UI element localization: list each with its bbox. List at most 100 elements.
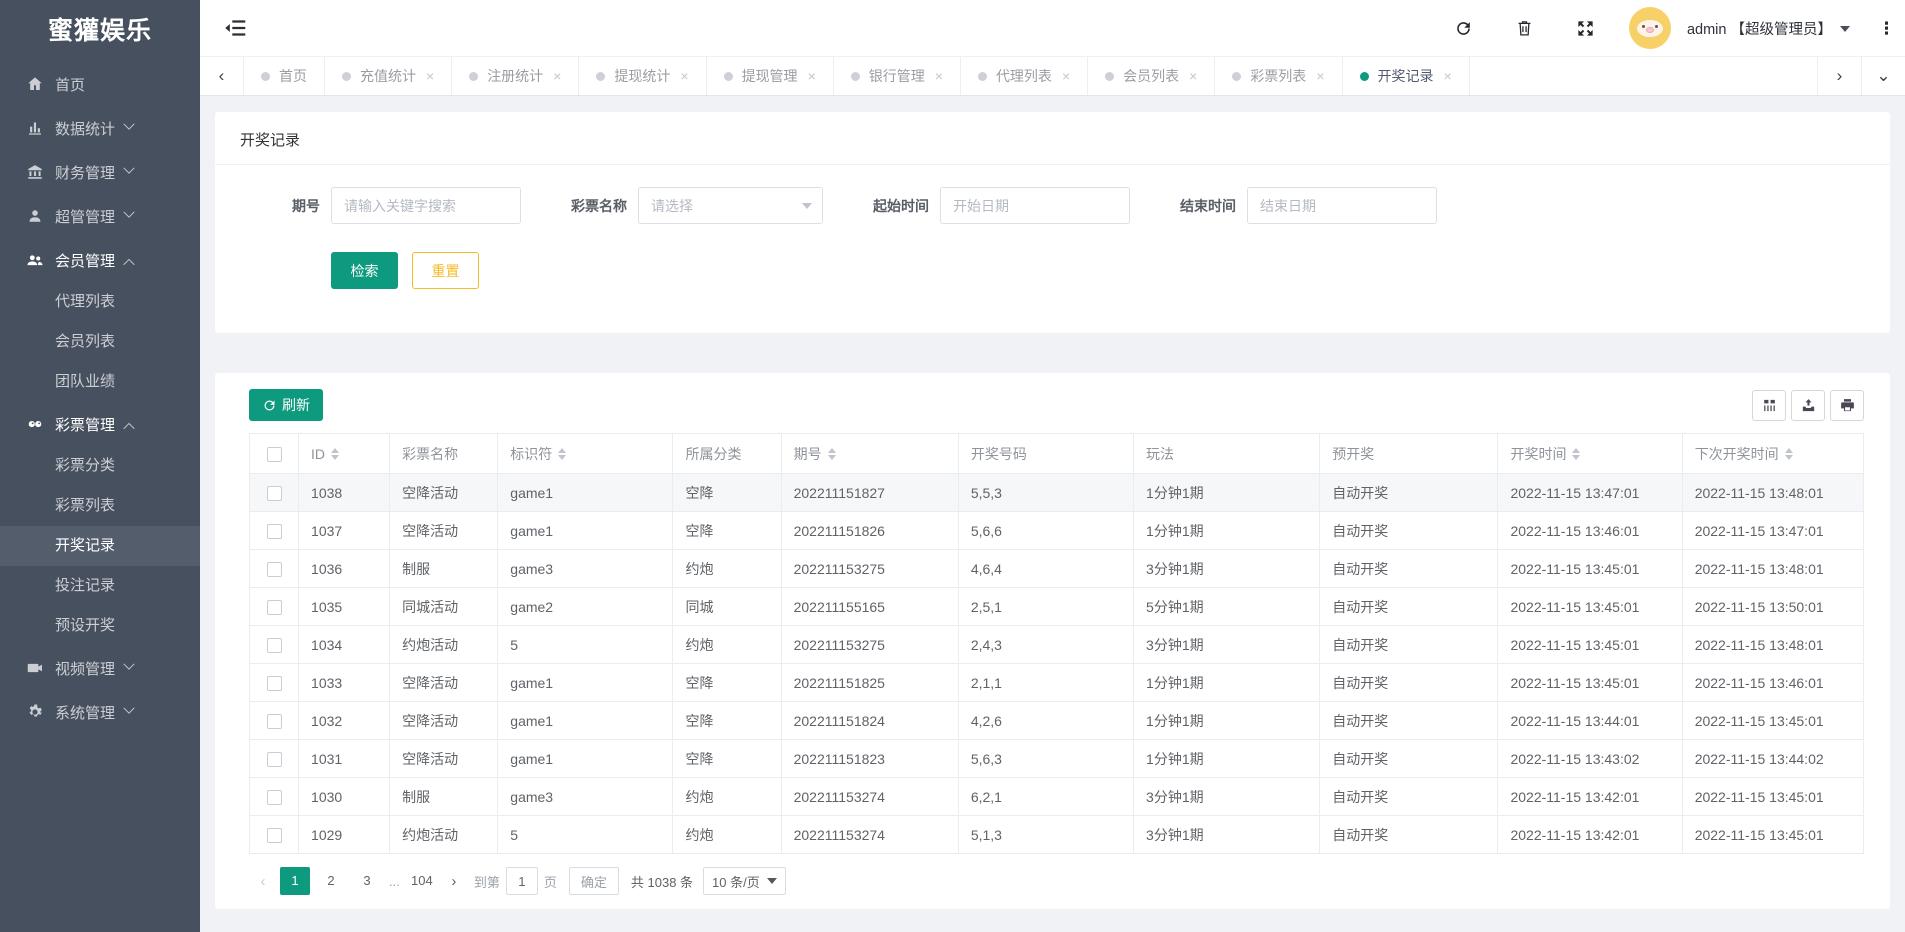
search-button[interactable]: 检索 xyxy=(331,252,398,289)
row-checkbox[interactable] xyxy=(267,714,282,729)
sort-icon[interactable] xyxy=(1785,448,1793,460)
table-row: 1037空降活动game1空降2022111518265,6,61分钟1期自动开… xyxy=(250,512,1864,550)
cell-draw-numbers: 5,6,6 xyxy=(958,512,1133,550)
page-size-select[interactable]: 10 条/页 xyxy=(703,867,786,895)
field-input-issue[interactable] xyxy=(331,187,521,224)
sidebar-subitem-lottery-category[interactable]: 彩票分类 xyxy=(0,446,200,486)
refresh-icon[interactable] xyxy=(1454,19,1473,38)
reset-button[interactable]: 重置 xyxy=(412,252,479,289)
sidebar-subitem-bet-records[interactable]: 投注记录 xyxy=(0,566,200,606)
sidebar-subitem-team-performance[interactable]: 团队业绩 xyxy=(0,362,200,402)
field-input-start-time[interactable] xyxy=(940,187,1130,224)
tab-agent-list[interactable]: 代理列表× xyxy=(961,57,1088,95)
col-issue[interactable]: 期号 xyxy=(781,434,958,474)
page-number-3[interactable]: 3 xyxy=(352,867,382,895)
tabs-scroll-right-icon[interactable]: › xyxy=(1817,57,1861,95)
col-identifier[interactable]: 标识符 xyxy=(498,434,673,474)
export-icon[interactable] xyxy=(1791,390,1825,421)
goto-page-input[interactable] xyxy=(506,867,538,895)
cell-play: 1分钟1期 xyxy=(1134,702,1320,740)
refresh-button[interactable]: 刷新 xyxy=(249,389,323,421)
tab-withdraw-manage[interactable]: 提现管理× xyxy=(707,57,834,95)
sort-icon[interactable] xyxy=(558,448,566,460)
page-number-2[interactable]: 2 xyxy=(316,867,346,895)
page-number-104[interactable]: 104 xyxy=(407,867,437,895)
row-checkbox[interactable] xyxy=(267,676,282,691)
row-checkbox[interactable] xyxy=(267,638,282,653)
col-draw-time[interactable]: 开奖时间 xyxy=(1498,434,1682,474)
sidebar-subitem-preset-draw[interactable]: 预设开奖 xyxy=(0,606,200,646)
row-checkbox[interactable] xyxy=(267,600,282,615)
cell-category: 空降 xyxy=(673,702,781,740)
cell-category: 空降 xyxy=(673,740,781,778)
cell-draw-numbers: 5,5,3 xyxy=(958,474,1133,512)
sidebar-subitem-agent-list[interactable]: 代理列表 xyxy=(0,282,200,322)
close-icon[interactable]: × xyxy=(935,68,943,84)
select-all-header xyxy=(250,434,299,474)
close-icon[interactable]: × xyxy=(1189,68,1197,84)
sidebar-item-home[interactable]: 首页 xyxy=(0,62,200,106)
column-label: 玩法 xyxy=(1146,444,1174,464)
tab-withdraw-stats[interactable]: 提现统计× xyxy=(579,57,706,95)
prev-page-button[interactable]: ‹ xyxy=(249,867,277,895)
goto-confirm-button[interactable]: 确定 xyxy=(569,867,619,895)
close-icon[interactable]: × xyxy=(1316,68,1324,84)
row-checkbox[interactable] xyxy=(267,790,282,805)
sort-icon[interactable] xyxy=(1572,448,1580,460)
row-checkbox[interactable] xyxy=(267,486,282,501)
cell-pre-draw: 自动开奖 xyxy=(1320,512,1498,550)
sidebar-subitem-member-list[interactable]: 会员列表 xyxy=(0,322,200,362)
sidebar-item-members[interactable]: 会员管理 xyxy=(0,238,200,282)
chevron-down-icon xyxy=(123,162,134,173)
sidebar-item-label: 会员管理 xyxy=(55,250,115,271)
row-checkbox[interactable] xyxy=(267,562,282,577)
cell-identifier: game1 xyxy=(498,512,673,550)
field-input-end-time[interactable] xyxy=(1247,187,1437,224)
sidebar-item-lottery[interactable]: 彩票管理 xyxy=(0,402,200,446)
sidebar-item-data-stats[interactable]: 数据统计 xyxy=(0,106,200,150)
sidebar-item-finance[interactable]: 财务管理 xyxy=(0,150,200,194)
tab-register-stats[interactable]: 注册统计× xyxy=(452,57,579,95)
tabs-scroll-left-icon[interactable]: ‹ xyxy=(200,57,244,95)
col-id[interactable]: ID xyxy=(299,434,390,474)
close-icon[interactable]: × xyxy=(1062,68,1070,84)
collapse-menu-icon[interactable] xyxy=(222,15,248,41)
row-checkbox[interactable] xyxy=(267,828,282,843)
user-menu[interactable]: admin 【超级管理员】 xyxy=(1687,18,1850,39)
tab-bank-manage[interactable]: 银行管理× xyxy=(834,57,961,95)
tab-draw-records[interactable]: 开奖记录× xyxy=(1343,57,1470,95)
sidebar-item-system[interactable]: 系统管理 xyxy=(0,690,200,734)
more-vertical-icon[interactable]: ⋮ xyxy=(1878,20,1895,37)
avatar[interactable] xyxy=(1629,7,1671,49)
columns-icon[interactable] xyxy=(1752,390,1786,421)
row-checkbox[interactable] xyxy=(267,524,282,539)
sidebar-item-super-admin[interactable]: 超管管理 xyxy=(0,194,200,238)
tab-recharge-stats[interactable]: 充值统计× xyxy=(325,57,452,95)
select-all-checkbox[interactable] xyxy=(267,447,282,462)
tab-home[interactable]: 首页 xyxy=(244,57,325,95)
cell-pre-draw: 自动开奖 xyxy=(1320,702,1498,740)
tab-member-list[interactable]: 会员列表× xyxy=(1088,57,1215,95)
close-icon[interactable]: × xyxy=(808,68,816,84)
close-icon[interactable]: × xyxy=(680,68,688,84)
print-icon[interactable] xyxy=(1830,390,1864,421)
tabs-menu-icon[interactable]: ⌄ xyxy=(1861,57,1905,95)
close-icon[interactable]: × xyxy=(553,68,561,84)
fullscreen-icon[interactable] xyxy=(1576,19,1595,38)
sort-icon[interactable] xyxy=(828,448,836,460)
sort-icon[interactable] xyxy=(331,448,339,460)
next-page-button[interactable]: › xyxy=(440,867,468,895)
close-icon[interactable]: × xyxy=(1444,68,1452,84)
column-label: 所属分类 xyxy=(685,444,741,464)
sidebar-subitem-draw-records[interactable]: 开奖记录 xyxy=(0,526,200,566)
col-next-draw-time[interactable]: 下次开奖时间 xyxy=(1682,434,1863,474)
sidebar-subitem-lottery-list[interactable]: 彩票列表 xyxy=(0,486,200,526)
field-select-lottery-name[interactable]: 请选择 xyxy=(638,187,823,224)
page-number-1[interactable]: 1 xyxy=(280,867,310,895)
tab-lottery-list[interactable]: 彩票列表× xyxy=(1215,57,1342,95)
sidebar-item-video[interactable]: 视频管理 xyxy=(0,646,200,690)
trash-icon[interactable] xyxy=(1515,19,1534,38)
close-icon[interactable]: × xyxy=(426,68,434,84)
tab-status-dot xyxy=(978,72,987,81)
row-checkbox[interactable] xyxy=(267,752,282,767)
